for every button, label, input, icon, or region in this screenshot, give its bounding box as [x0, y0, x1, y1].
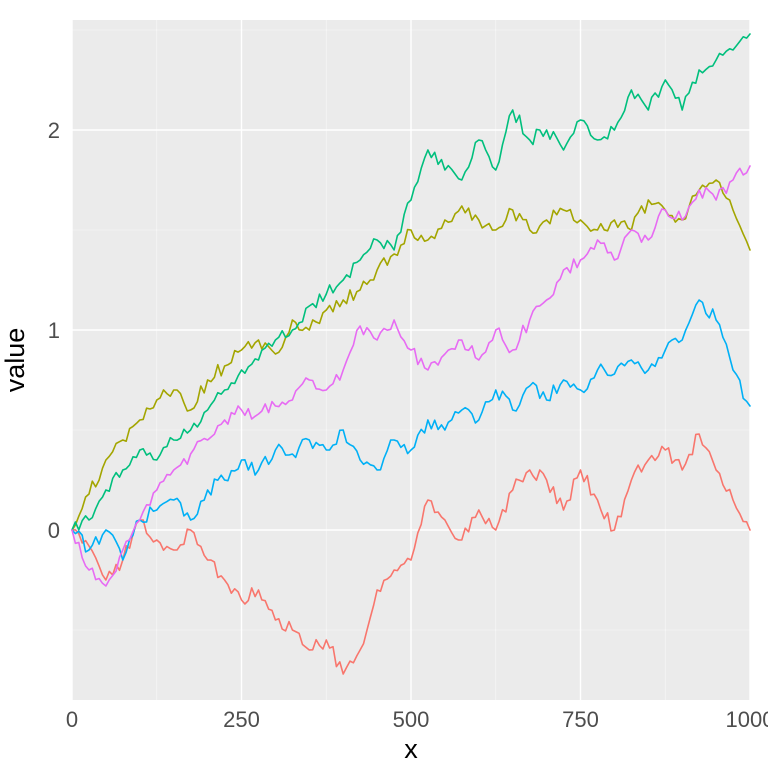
y-tick-label: 2 — [48, 118, 60, 143]
x-tick-label: 500 — [393, 707, 430, 732]
x-tick-label: 750 — [562, 707, 599, 732]
y-axis-title: value — [0, 328, 30, 393]
x-tick-label: 1000 — [726, 707, 768, 732]
chart-svg: 0 250 500 750 1000 0 1 2 x value — [0, 0, 768, 768]
y-tick-label: 1 — [48, 318, 60, 343]
x-axis-title: x — [404, 734, 418, 764]
x-tick-label: 0 — [66, 707, 78, 732]
x-tick-label: 250 — [223, 707, 260, 732]
line-chart: 0 250 500 750 1000 0 1 2 x value — [0, 0, 768, 768]
y-tick-label: 0 — [48, 518, 60, 543]
